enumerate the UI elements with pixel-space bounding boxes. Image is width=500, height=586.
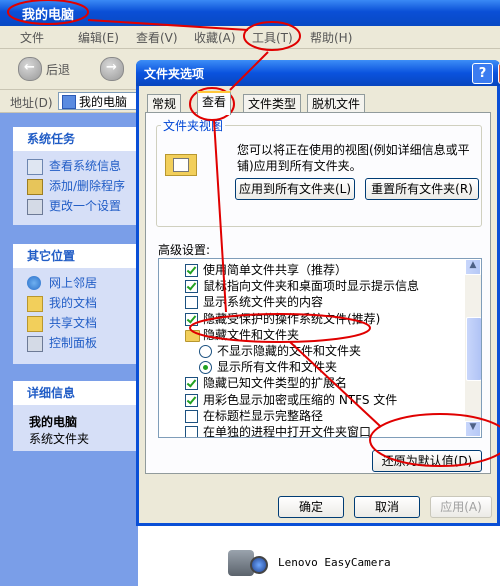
tab-offline-files[interactable]: 脱机文件 [307,94,366,113]
checkbox[interactable] [185,280,198,294]
cancel-button[interactable]: 取消 [354,496,420,518]
explorer-title: 我的电脑 [22,8,75,23]
explorer-title-bar[interactable]: 我的电脑 [0,0,500,26]
add-remove-icon [27,179,43,195]
advanced-setting-label: 不显示隐藏的文件和文件夹 [217,344,362,358]
place-my-documents[interactable]: 我的文档 [13,293,136,313]
tab-view[interactable]: 查看 [197,91,232,115]
folder-icon [27,296,43,312]
menu-edit[interactable]: 编辑(E) [78,29,119,46]
checkbox[interactable] [185,426,198,437]
details-header[interactable]: 详细信息 [13,381,136,405]
control-panel-icon [27,199,43,215]
system-info-icon [27,159,43,175]
advanced-setting-label: 在标题栏显示完整路径 [203,408,324,423]
menu-file[interactable]: 文件 [20,29,44,46]
computer-icon [62,95,76,109]
task-label: 添加/删除程序 [49,179,126,193]
place-control-panel[interactable]: 控制面板 [13,333,136,353]
details-name: 我的电脑 [29,415,78,429]
forward-button[interactable]: → [100,57,124,81]
scroll-thumb[interactable] [466,317,481,381]
restore-defaults-button[interactable]: 还原为默认值(D) [372,450,482,472]
checkbox[interactable] [185,377,198,391]
menu-help[interactable]: 帮助(H) [310,29,352,46]
place-label: 我的文档 [49,296,98,310]
tab-general[interactable]: 常规 [147,94,182,113]
list-scrollbar[interactable]: ▲ ▼ [465,259,481,437]
place-label: 共享文档 [49,316,98,330]
dialog-body: 常规 查看 文件类型 脱机文件 文件夹视图 您可以将正在使用的视图(例如详细信息… [139,86,497,523]
scroll-up-button[interactable]: ▲ [465,259,481,275]
reset-all-folders-button[interactable]: 重置所有文件夹(R) [365,178,479,200]
ok-button[interactable]: 确定 [278,496,344,518]
camera-strip: Lenovo EasyCamera [208,540,500,586]
checkbox[interactable] [185,409,198,423]
apply-to-all-folders-button[interactable]: 应用到所有文件夹(L) [235,178,355,200]
back-arrow-icon: ← [24,60,35,75]
place-shared-documents[interactable]: 共享文档 [13,313,136,333]
task-add-remove-programs[interactable]: 添加/删除程序 [13,176,136,196]
apply-button[interactable]: 应用(A) [430,496,492,518]
system-tasks-panel: 系统任务 查看系统信息 添加/删除程序 更改一个设置 [13,127,136,225]
dialog-title: 文件夹选项 [144,67,205,81]
advanced-setting-label: 使用简单文件共享（推荐） [203,263,348,277]
back-label: 后退 [46,63,71,77]
checkbox[interactable] [185,264,198,277]
network-icon [27,276,41,290]
radio-button[interactable] [199,361,212,375]
menu-view[interactable]: 查看(V) [136,29,178,46]
other-places-header[interactable]: 其它位置 [13,244,136,268]
advanced-setting-label: 用彩色显示加密或压缩的 NTFS 文件 [203,392,398,407]
camera-icon[interactable] [228,546,268,580]
task-change-setting[interactable]: 更改一个设置 [13,196,136,216]
back-button[interactable]: ← [18,57,42,81]
checkbox[interactable] [185,296,198,310]
advanced-settings-list[interactable]: 使用简单文件共享（推荐） 鼠标指向文件夹和桌面项时显示提示信息 显示系统文件夹的内容… [158,258,482,438]
place-network[interactable]: 网上邻居 [13,273,136,293]
checkbox[interactable] [185,312,198,326]
view-tab-page: 文件夹视图 您可以将正在使用的视图(例如详细信息或平铺)应用到所有文件夹。 应用… [145,112,491,474]
radio-button[interactable] [199,345,212,358]
system-tasks-header[interactable]: 系统任务 [13,127,136,151]
details-panel: 详细信息 我的电脑 系统文件夹 [13,381,136,451]
advanced-setting-label: 隐藏受保护的操作系统文件(推荐) [203,311,381,326]
address-value: 我的电脑 [79,95,128,109]
forward-arrow-icon: → [106,60,117,75]
address-input[interactable]: 我的电脑 [58,92,138,110]
task-label: 查看系统信息 [49,159,122,173]
shared-folder-icon [27,316,43,332]
folder-views-icon [165,148,199,176]
checkbox[interactable] [185,393,198,407]
advanced-setting-label: 显示系统文件夹的内容 [203,295,324,310]
advanced-setting-label: 隐藏文件和文件夹 [203,327,300,342]
details-desc: 系统文件夹 [29,432,90,446]
place-label: 控制面板 [49,336,98,350]
folder-views-description: 您可以将正在使用的视图(例如详细信息或平铺)应用到所有文件夹。 [237,143,470,173]
dialog-title-bar[interactable]: 文件夹选项 ? ✕ [136,60,500,86]
help-button[interactable]: ? [472,63,493,84]
advanced-setting-label: 在单独的进程中打开文件夹窗口 [203,425,372,438]
folder-options-dialog: 文件夹选项 ? ✕ 常规 查看 文件类型 脱机文件 文件夹视图 您可以将正在使用… [136,60,500,526]
advanced-setting-label: 鼠标指向文件夹和桌面项时显示提示信息 [203,279,420,294]
folder-views-legend: 文件夹视图 [163,119,224,133]
camera-label: Lenovo EasyCamera [278,556,391,569]
task-pane: 系统任务 查看系统信息 添加/删除程序 更改一个设置 其它位置 网上邻居 我的文… [0,113,138,586]
folder-icon [185,329,200,342]
menu-favorites[interactable]: 收藏(A) [194,29,236,46]
advanced-setting-label: 显示所有文件和文件夹 [217,360,338,375]
menu-tools[interactable]: 工具(T) [252,29,293,46]
control-panel-icon [27,336,43,352]
place-label: 网上邻居 [49,276,98,290]
address-label: 地址(D) [10,96,53,110]
folder-views-group: 文件夹视图 您可以将正在使用的视图(例如详细信息或平铺)应用到所有文件夹。 应用… [156,117,482,227]
menu-bar: 文件 编辑(E) 查看(V) 收藏(A) 工具(T) 帮助(H) [0,26,500,49]
task-view-system-info[interactable]: 查看系统信息 [13,156,136,176]
tab-file-types[interactable]: 文件类型 [243,94,302,113]
other-places-panel: 其它位置 网上邻居 我的文档 共享文档 控制面板 [13,244,136,364]
advanced-settings-label: 高级设置: [158,243,211,257]
scroll-down-button[interactable]: ▼ [465,421,481,437]
advanced-setting-label: 隐藏已知文件类型的扩展名 [203,376,348,391]
task-label: 更改一个设置 [49,199,122,213]
